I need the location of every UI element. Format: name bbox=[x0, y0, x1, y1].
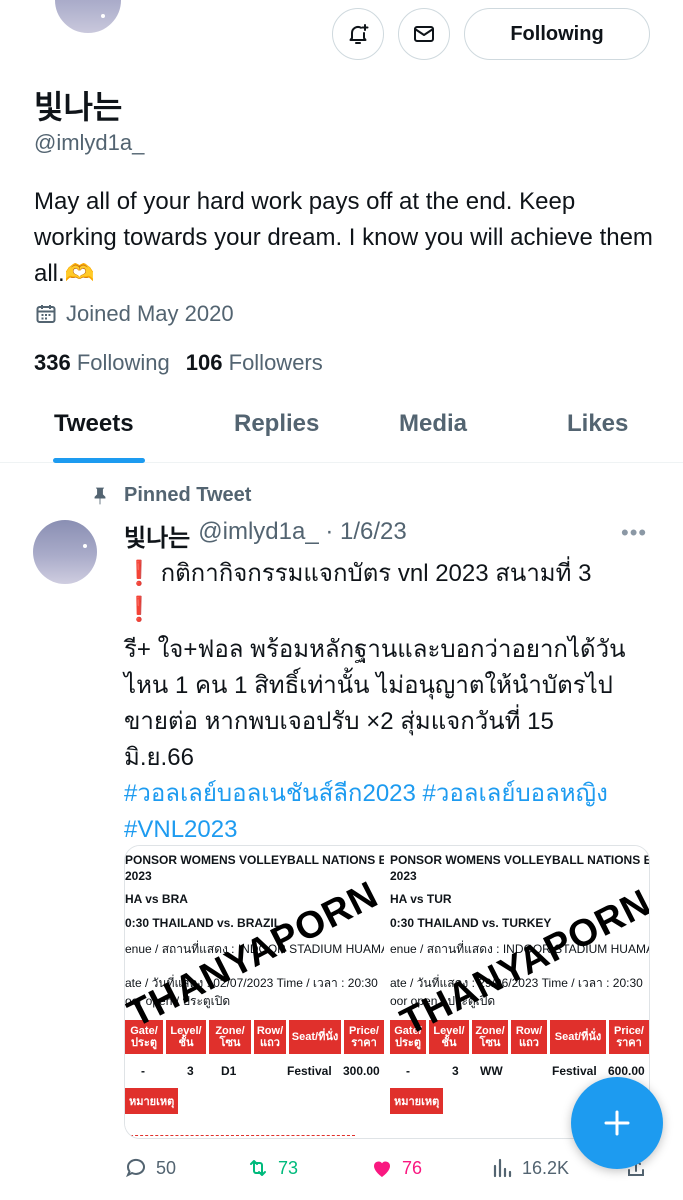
tweet-media[interactable]: PONSOR WOMENS VOLLEYBALL NATIONS EAGUE 2… bbox=[124, 845, 650, 1139]
ticket-col: Zone/ โซน bbox=[472, 1020, 508, 1054]
tweet-header: 빛나는 @imlyd1a_ · 1/6/23 bbox=[124, 518, 407, 553]
tweet-text: ❗ กติกากิจกรรมแจกบัตร vnl 2023 สนามที่ 3… bbox=[124, 556, 654, 848]
following-button[interactable]: Following bbox=[464, 8, 650, 60]
tweet-handle-date[interactable]: @imlyd1a_ · 1/6/23 bbox=[198, 518, 406, 553]
ticket-col: Row/ แถว bbox=[511, 1020, 547, 1054]
followers-count: 106 bbox=[185, 350, 223, 375]
calendar-icon bbox=[36, 305, 56, 323]
ticket-seat: Festival bbox=[552, 1064, 597, 1078]
ticket-level: 3 bbox=[452, 1064, 459, 1078]
mail-icon bbox=[414, 26, 434, 42]
tweet-line-4: ขายต่อ หากพบเจอปรับ ×2 สุ่มแจกวันที่ 15 bbox=[124, 708, 554, 735]
notify-button[interactable] bbox=[332, 8, 384, 60]
following-label: Following bbox=[76, 350, 170, 375]
reply-count: 50 bbox=[156, 1157, 177, 1178]
pin-icon bbox=[94, 487, 106, 504]
views-count: 16.2K bbox=[522, 1157, 570, 1178]
tab-media[interactable]: Media bbox=[399, 410, 467, 438]
ticket-zone: D1 bbox=[221, 1064, 237, 1078]
compose-plus-icon bbox=[604, 1110, 630, 1136]
retweet-count: 73 bbox=[278, 1157, 299, 1178]
exclamation-icon: ❗ bbox=[124, 596, 154, 623]
followers-stat[interactable]: 106 Followers bbox=[186, 350, 323, 376]
follow-stats: 336 Following 106 Followers bbox=[34, 350, 323, 376]
views-icon bbox=[493, 1158, 512, 1178]
reply-icon bbox=[126, 1158, 145, 1178]
ticket-price: 300.00 bbox=[343, 1064, 380, 1078]
ticket-header: PONSOR WOMENS VOLLEYBALL NATIONS EAGUE 2… bbox=[390, 853, 649, 883]
pinned-text: Pinned Tweet bbox=[124, 484, 252, 506]
retweet-button[interactable]: 73 bbox=[246, 1156, 298, 1180]
pinned-tweet-label: Pinned Tweet bbox=[90, 484, 251, 507]
bio: May all of your hard work pays off at th… bbox=[34, 188, 653, 287]
like-button[interactable]: 76 bbox=[370, 1156, 422, 1180]
tweet-line-3: ไหน 1 คน 1 สิทธิ์เท่านั้น ไม่อนุญาตให้นำ… bbox=[124, 672, 613, 699]
ticket-match-code: HA vs TUR bbox=[390, 892, 452, 906]
ticket-match: 0:30 THAILAND vs. TURKEY bbox=[390, 916, 552, 930]
tweet-line-1: กติกากิจกรรมแจกบัตร vnl 2023 สนามที่ 3 bbox=[160, 560, 592, 587]
handle: @imlyd1a_ bbox=[34, 130, 145, 155]
following-stat[interactable]: 336 Following bbox=[34, 350, 170, 376]
profile-avatar[interactable] bbox=[52, 0, 124, 36]
profile-tabs: Tweets Replies Media Likes bbox=[0, 390, 683, 463]
tweet-hashtags-2[interactable]: #VNL2023 bbox=[124, 812, 654, 848]
exclamation-icon: ❗ bbox=[124, 560, 154, 587]
ticket-gate: - bbox=[406, 1064, 410, 1078]
ticket-level: 3 bbox=[187, 1064, 194, 1078]
tweet-line-5: มิ.ย.66 bbox=[124, 744, 194, 771]
ticket-price: 600.00 bbox=[608, 1064, 645, 1078]
tab-replies[interactable]: Replies bbox=[234, 410, 319, 438]
ticket-image-1[interactable]: PONSOR WOMENS VOLLEYBALL NATIONS EAGUE 2… bbox=[125, 846, 384, 1138]
tweet-line-2: รี+ ใจ+ฟอล พร้อมหลักฐานและบอกว่าอยากได้ว… bbox=[124, 636, 626, 663]
joined-text: Joined May 2020 bbox=[66, 301, 234, 326]
following-count: 336 bbox=[34, 350, 71, 375]
tweet-author-name[interactable]: 빛나는 bbox=[124, 518, 190, 553]
tab-likes[interactable]: Likes bbox=[567, 410, 628, 438]
reply-button[interactable]: 50 bbox=[124, 1156, 176, 1180]
tab-tweets[interactable]: Tweets bbox=[54, 410, 134, 438]
joined-date: Joined May 2020 bbox=[34, 301, 234, 327]
heart-icon bbox=[374, 1161, 390, 1177]
bell-plus-icon bbox=[349, 24, 369, 44]
ticket-col: Price/ ราคา bbox=[344, 1020, 384, 1054]
followers-label: Followers bbox=[228, 350, 323, 375]
ticket-zone: WW bbox=[480, 1064, 503, 1078]
more-icon[interactable]: ••• bbox=[621, 520, 647, 546]
tweet-avatar[interactable] bbox=[33, 520, 97, 584]
ticket-note: หมายเหตุ bbox=[390, 1088, 444, 1114]
ticket-header: PONSOR WOMENS VOLLEYBALL NATIONS EAGUE 2… bbox=[125, 853, 384, 883]
ticket-gate: - bbox=[141, 1064, 145, 1078]
retweet-icon bbox=[250, 1160, 266, 1176]
ticket-col: Seat/ที่นั่ง bbox=[550, 1020, 606, 1054]
compose-button[interactable] bbox=[571, 1077, 663, 1169]
tweet-actions: 50 73 76 16.2K bbox=[124, 1156, 644, 1186]
tweet-hashtags-1[interactable]: #วอลเลย์บอลเนชันส์ลีก2023 #วอลเลย์บอลหญิ… bbox=[124, 776, 654, 812]
ticket-columns: Gate/ ประตู Level/ ชั้น Zone/ โซน Row/ แ… bbox=[125, 1020, 384, 1054]
display-name: 빛나는 bbox=[34, 89, 123, 125]
ticket-seat: Festival bbox=[287, 1064, 332, 1078]
ticket-col: Seat/ที่นั่ง bbox=[289, 1020, 341, 1054]
message-button[interactable] bbox=[398, 8, 450, 60]
ticket-values: - 3 D1 Festival 300.00 bbox=[125, 1064, 384, 1084]
like-count: 76 bbox=[402, 1157, 423, 1178]
ticket-match-code: HA vs BRA bbox=[125, 892, 188, 906]
ticket-col: Level/ ชั้น bbox=[166, 1020, 206, 1054]
ticket-col: Row/ แถว bbox=[254, 1020, 286, 1054]
ticket-col: Zone/ โซน bbox=[209, 1020, 251, 1054]
active-tab-indicator bbox=[53, 458, 145, 463]
views-button[interactable]: 16.2K bbox=[490, 1156, 569, 1180]
ticket-col: Price/ ราคา bbox=[609, 1020, 649, 1054]
ticket-note: หมายเหตุ bbox=[125, 1088, 179, 1114]
